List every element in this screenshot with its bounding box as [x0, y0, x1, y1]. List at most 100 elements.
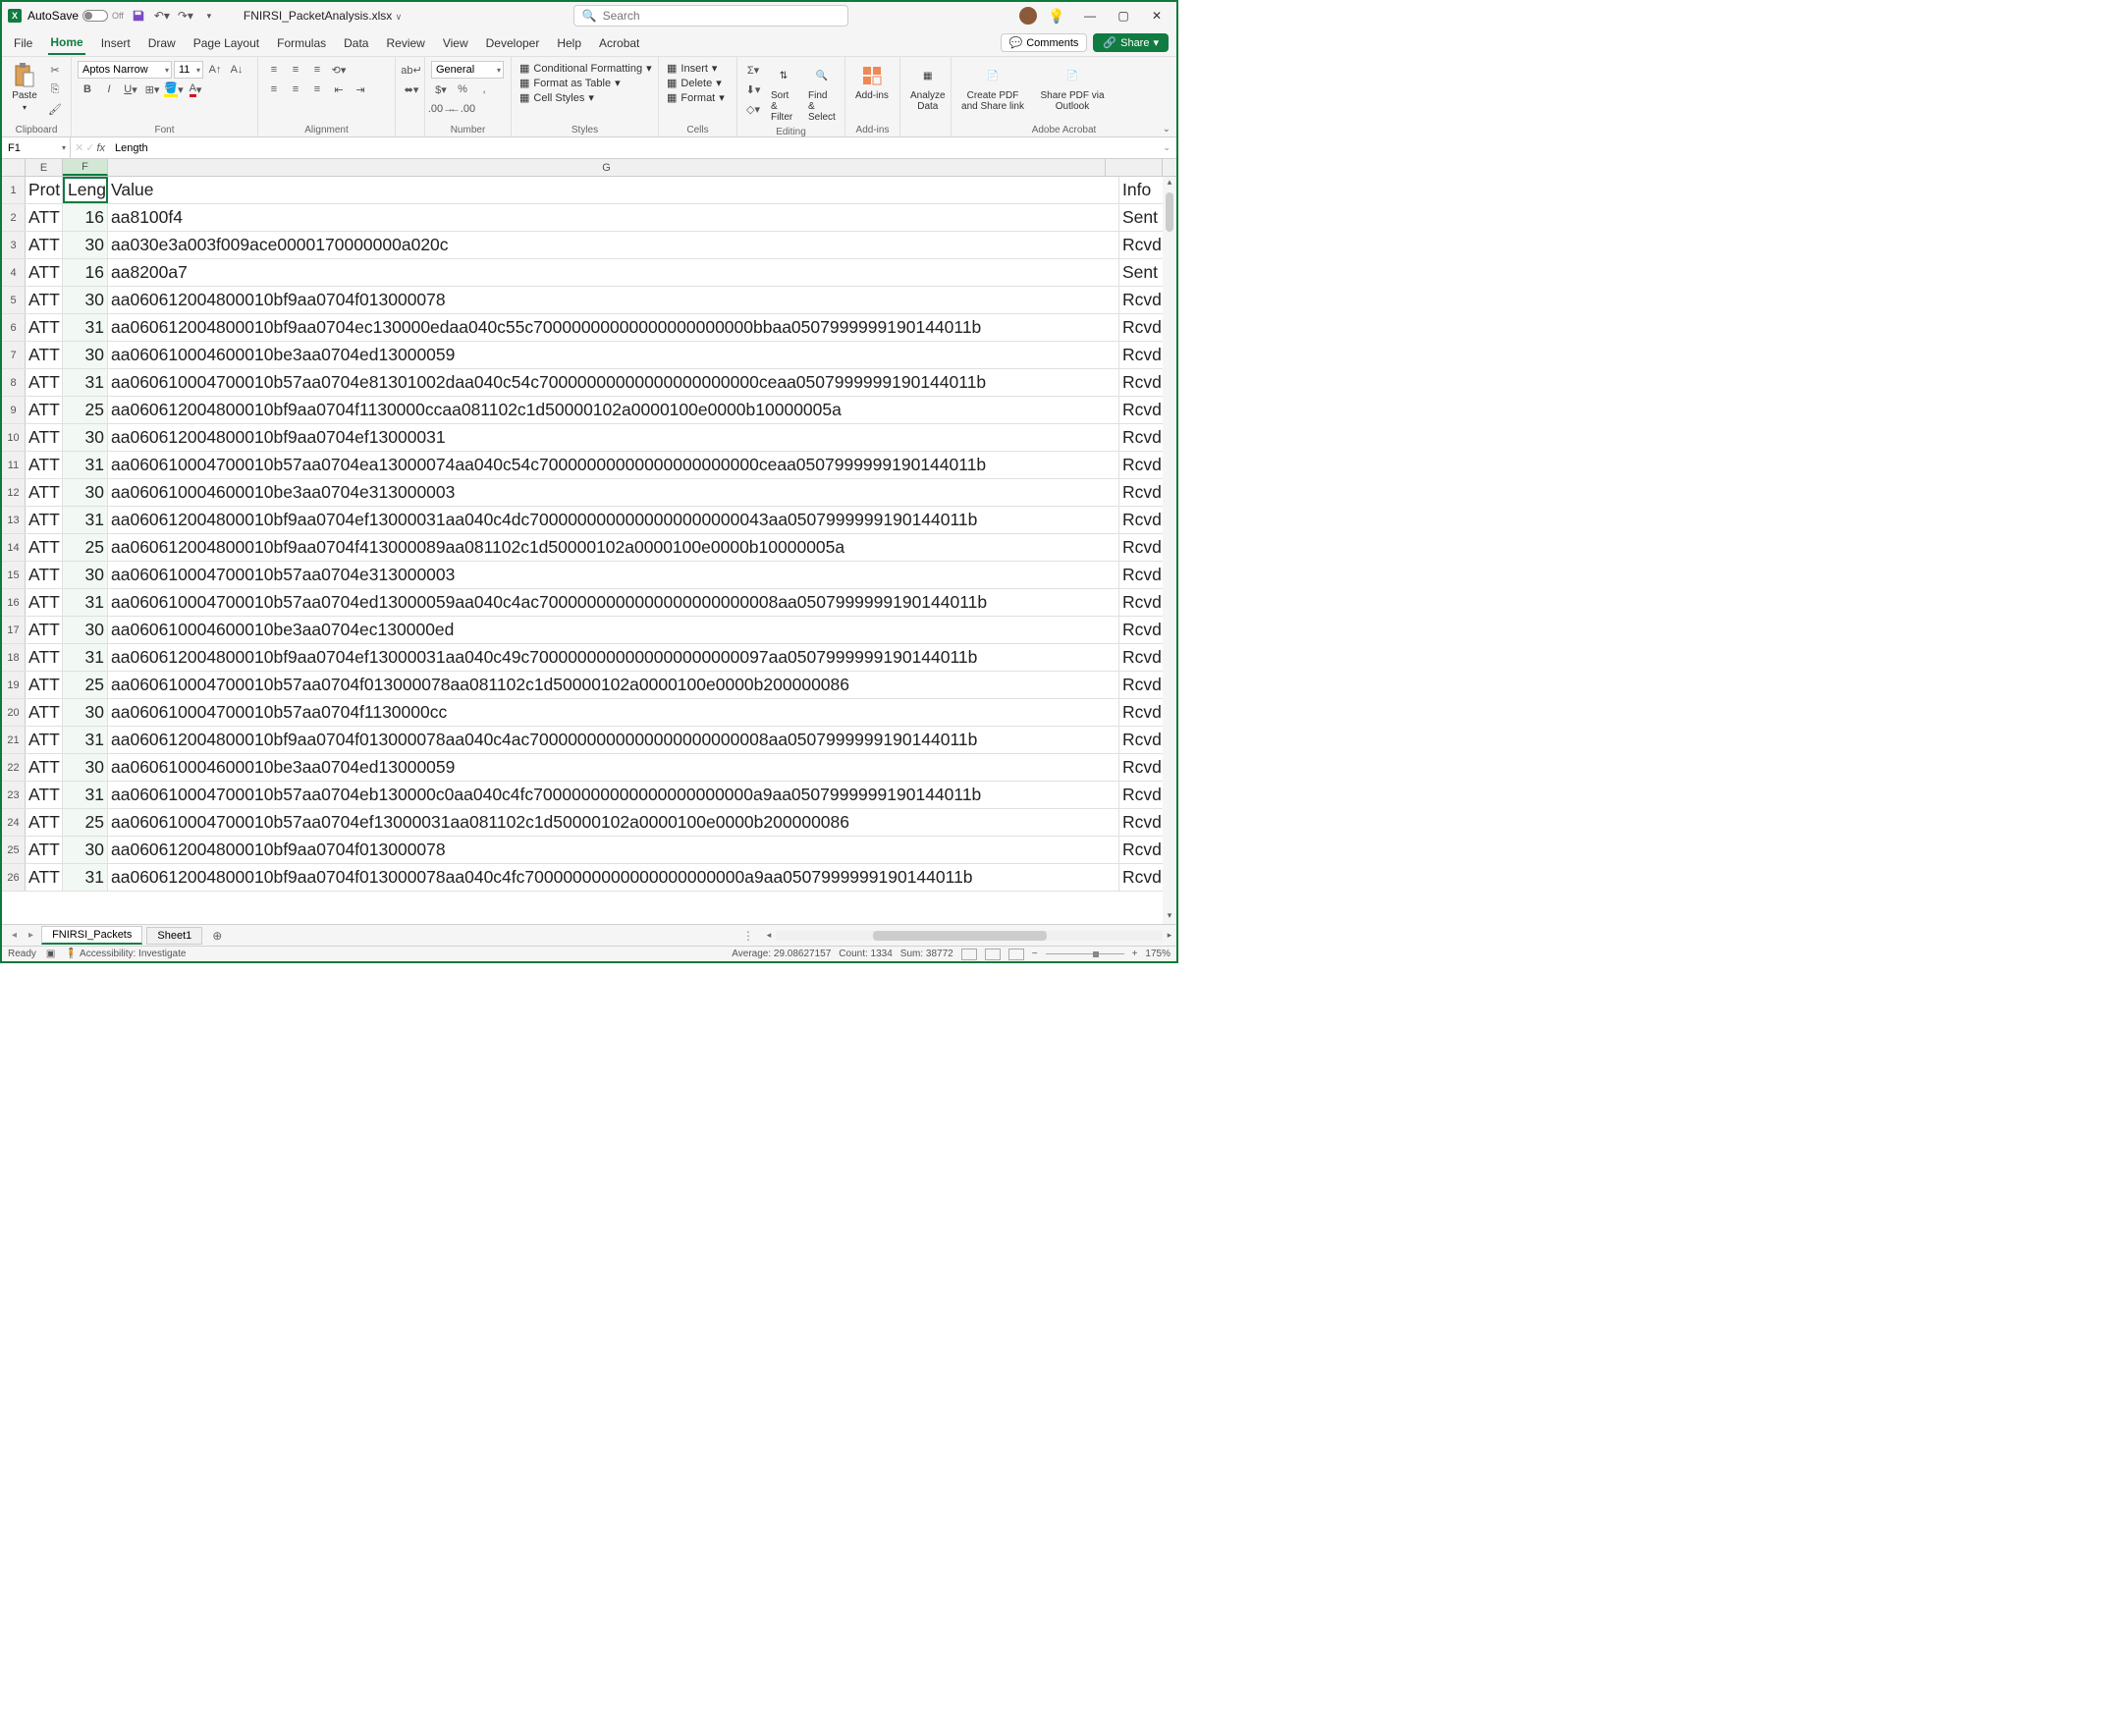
currency-icon[interactable]: $▾	[431, 81, 451, 98]
cell[interactable]: 31	[63, 644, 108, 671]
cell[interactable]: ATT	[26, 369, 63, 396]
analyze-data-button[interactable]: ▦Analyze Data	[906, 61, 950, 114]
cell[interactable]: aa060610004600010be3aa0704e313000003	[108, 479, 1119, 506]
macro-record-icon[interactable]: ▣	[46, 949, 55, 959]
active-cell[interactable]: Leng	[63, 177, 108, 203]
tab-help[interactable]: Help	[555, 32, 583, 54]
cell[interactable]: 25	[63, 534, 108, 561]
cell[interactable]: 25	[63, 672, 108, 698]
cell[interactable]: aa060610004700010b57aa0704ea13000074aa04…	[108, 452, 1119, 478]
align-top-icon[interactable]: ≡	[264, 61, 284, 79]
row-header[interactable]: 6	[2, 314, 26, 341]
search-box[interactable]: 🔍	[573, 5, 848, 27]
cell[interactable]: aa8100f4	[108, 204, 1119, 231]
clear-icon[interactable]: ◇▾	[743, 100, 763, 118]
fill-icon[interactable]: ⬇▾	[743, 81, 763, 98]
cell[interactable]: 31	[63, 452, 108, 478]
undo-icon[interactable]: ↶▾	[153, 7, 171, 25]
cell[interactable]: 31	[63, 589, 108, 616]
align-bottom-icon[interactable]: ≡	[307, 61, 327, 79]
fill-color-icon[interactable]: 🪣▾	[164, 81, 184, 98]
font-color-icon[interactable]: A▾	[186, 81, 205, 98]
tab-insert[interactable]: Insert	[99, 32, 133, 54]
tab-pagelayout[interactable]: Page Layout	[191, 32, 261, 54]
cell[interactable]: ATT	[26, 287, 63, 313]
create-pdf-button[interactable]: 📄Create PDF and Share link	[957, 61, 1028, 114]
cut-icon[interactable]: ✂	[45, 61, 65, 79]
row-header[interactable]: 9	[2, 397, 26, 423]
font-name-dropdown[interactable]: Aptos Narrow	[78, 61, 172, 79]
sheet-nav-prev-icon[interactable]: ◂	[8, 930, 21, 941]
page-layout-view-icon[interactable]	[985, 949, 1001, 960]
cell[interactable]: aa060610004700010b57aa0704ef13000031aa08…	[108, 809, 1119, 836]
col-header-e[interactable]: E	[26, 159, 63, 176]
cell[interactable]: ATT	[26, 397, 63, 423]
cell[interactable]: aa060612004800010bf9aa0704f013000078aa04…	[108, 864, 1119, 891]
cell[interactable]: 30	[63, 699, 108, 726]
cell[interactable]: 31	[63, 314, 108, 341]
orientation-icon[interactable]: ⟲▾	[329, 61, 349, 79]
row-header[interactable]: 3	[2, 232, 26, 258]
tab-view[interactable]: View	[441, 32, 470, 54]
cell[interactable]: aa060610004600010be3aa0704ed13000059	[108, 754, 1119, 781]
number-format-dropdown[interactable]: General	[431, 61, 504, 79]
cell-styles-button[interactable]: ▦ Cell Styles ▾	[517, 90, 596, 105]
comments-button[interactable]: 💬 Comments	[1001, 33, 1088, 52]
cell[interactable]: Prot	[26, 177, 63, 203]
cell[interactable]: ATT	[26, 837, 63, 863]
ribbon-collapse-icon[interactable]: ⌄	[1163, 124, 1170, 135]
copy-icon[interactable]: ⎘	[45, 81, 65, 98]
qat-overflow-icon[interactable]: ▾	[200, 7, 218, 25]
format-cells-button[interactable]: ▦ Format ▾	[665, 90, 727, 105]
row-header[interactable]: 23	[2, 782, 26, 808]
toggle-track[interactable]	[82, 10, 108, 22]
scroll-thumb[interactable]	[1166, 192, 1173, 232]
formula-expand-icon[interactable]: ⌄	[1157, 142, 1176, 153]
cell[interactable]: ATT	[26, 232, 63, 258]
cell[interactable]: aa060612004800010bf9aa0704ef13000031	[108, 424, 1119, 451]
cell[interactable]: aa060610004600010be3aa0704ec130000ed	[108, 617, 1119, 643]
cell[interactable]: ATT	[26, 782, 63, 808]
row-header[interactable]: 25	[2, 837, 26, 863]
increase-font-icon[interactable]: A↑	[205, 61, 225, 79]
cancel-formula-icon[interactable]: ✕	[75, 141, 83, 154]
page-break-view-icon[interactable]	[1008, 949, 1024, 960]
zoom-slider[interactable]	[1046, 953, 1124, 954]
addins-button[interactable]: Add-ins	[851, 61, 893, 103]
cell[interactable]: aa030e3a003f009ace0000170000000a020c	[108, 232, 1119, 258]
tab-acrobat[interactable]: Acrobat	[597, 32, 641, 54]
col-header-f[interactable]: F	[63, 159, 108, 176]
cell[interactable]: 25	[63, 809, 108, 836]
share-pdf-outlook-button[interactable]: 📄Share PDF via Outlook	[1032, 61, 1113, 114]
redo-icon[interactable]: ↷▾	[177, 7, 194, 25]
cell[interactable]: 30	[63, 617, 108, 643]
cell[interactable]: 16	[63, 204, 108, 231]
cell[interactable]: 30	[63, 287, 108, 313]
cell[interactable]: 30	[63, 232, 108, 258]
cell[interactable]: 31	[63, 507, 108, 533]
grid-body[interactable]: 1 Prot Leng Value Info 2ATT16aa8100f4Sen…	[2, 177, 1176, 924]
cell[interactable]: ATT	[26, 452, 63, 478]
tab-home[interactable]: Home	[48, 31, 84, 55]
cell[interactable]: ATT	[26, 809, 63, 836]
cell[interactable]: 16	[63, 259, 108, 286]
cell[interactable]: ATT	[26, 534, 63, 561]
cell[interactable]: ATT	[26, 644, 63, 671]
sheet-tab-other[interactable]: Sheet1	[146, 927, 202, 945]
tab-formulas[interactable]: Formulas	[275, 32, 328, 54]
cell[interactable]: 30	[63, 562, 108, 588]
cell[interactable]: 31	[63, 369, 108, 396]
fx-icon[interactable]: fx	[96, 142, 105, 154]
align-middle-icon[interactable]: ≡	[286, 61, 305, 79]
borders-icon[interactable]: ⊞▾	[142, 81, 162, 98]
hscroll-thumb[interactable]	[873, 931, 1047, 941]
col-header-h[interactable]	[1106, 159, 1163, 176]
format-painter-icon[interactable]: 🖌	[45, 100, 65, 118]
cell[interactable]: ATT	[26, 204, 63, 231]
tab-draw[interactable]: Draw	[146, 32, 178, 54]
cell[interactable]: ATT	[26, 479, 63, 506]
cell[interactable]: aa8200a7	[108, 259, 1119, 286]
decrease-decimal-icon[interactable]: ←.00	[453, 100, 472, 118]
save-icon[interactable]	[130, 7, 147, 25]
tab-data[interactable]: Data	[342, 32, 370, 54]
